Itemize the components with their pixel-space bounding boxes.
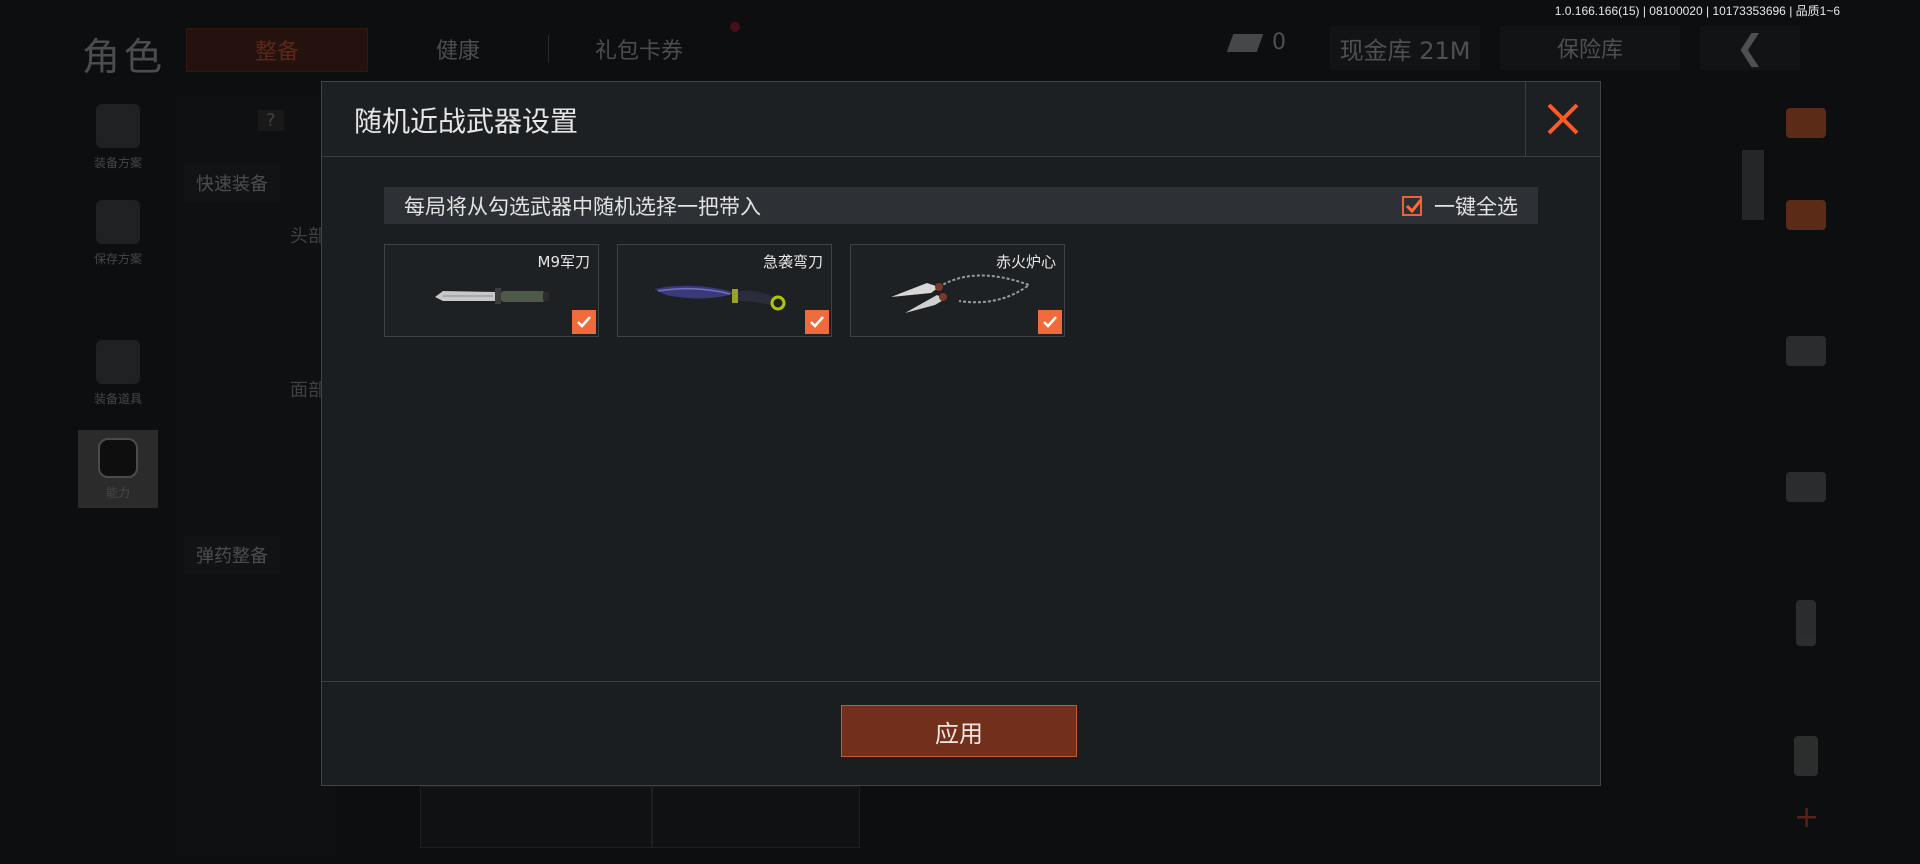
weapon-card-chain-blades[interactable]: 赤火炉心 bbox=[850, 244, 1065, 337]
bottle-icon[interactable] bbox=[1794, 736, 1818, 776]
sidebar-item-save[interactable]: 保存方案 bbox=[78, 200, 158, 267]
check-icon bbox=[810, 316, 824, 328]
chevron-left-icon: ❮ bbox=[1735, 28, 1765, 68]
help-icon[interactable]: ? bbox=[258, 110, 284, 131]
check-icon bbox=[577, 316, 591, 328]
top-tabs: 整备 健康 礼包卡券 bbox=[186, 28, 729, 72]
description-text: 每局将从勾选武器中随机选择一把带入 bbox=[404, 194, 761, 219]
sidebar-item-label: 能力 bbox=[105, 485, 130, 500]
quick-equip-button[interactable]: 快速装备 bbox=[184, 164, 280, 202]
tab-gift-cards[interactable]: 礼包卡券 bbox=[549, 28, 729, 70]
cash-vault-button[interactable]: 现金库 21M bbox=[1330, 26, 1480, 70]
download-icon bbox=[96, 200, 140, 244]
dialog-header: 随机近战武器设置 bbox=[322, 82, 1600, 157]
weapon-checkbox[interactable] bbox=[805, 310, 829, 334]
bottom-slot bbox=[420, 786, 652, 848]
cash-icon bbox=[1226, 33, 1264, 52]
combat-knife-icon bbox=[435, 288, 549, 304]
rifle-icon[interactable] bbox=[1786, 472, 1826, 502]
back-button[interactable]: ❮ bbox=[1700, 26, 1800, 70]
weapon-card-karambit[interactable]: 急袭弯刀 bbox=[617, 244, 832, 337]
currency-count: 0 bbox=[1272, 30, 1286, 55]
random-melee-dialog: 随机近战武器设置 每局将从勾选武器中随机选择一把带入 一键全选 M9军刀 急袭弯… bbox=[321, 81, 1601, 786]
karambit-knife-icon bbox=[654, 285, 786, 311]
select-all-toggle[interactable]: 一键全选 bbox=[1402, 191, 1518, 221]
check-icon bbox=[1405, 198, 1423, 213]
page-title: 角色 bbox=[82, 35, 167, 79]
add-icon[interactable]: + bbox=[1794, 803, 1819, 833]
soldier-icon bbox=[96, 340, 140, 384]
weapon-checkbox[interactable] bbox=[1038, 310, 1062, 334]
description-bar: 每局将从勾选武器中随机选择一把带入 一键全选 bbox=[384, 187, 1538, 224]
close-button[interactable] bbox=[1525, 82, 1600, 156]
layers-icon[interactable] bbox=[1786, 108, 1826, 138]
ammo-equip-button[interactable]: 弹药整备 bbox=[184, 536, 280, 574]
magazine-icon[interactable] bbox=[1796, 600, 1816, 646]
dialog-title: 随机近战武器设置 bbox=[354, 105, 579, 138]
scrollbar[interactable] bbox=[1742, 150, 1764, 220]
equipment-panel bbox=[176, 96, 336, 856]
weapon-card-m9[interactable]: M9军刀 bbox=[384, 244, 599, 337]
weapon-list: M9军刀 急袭弯刀 赤火炉心 bbox=[384, 244, 1065, 337]
select-all-checkbox[interactable] bbox=[1402, 195, 1423, 216]
weapon-checkbox[interactable] bbox=[572, 310, 596, 334]
tab-health[interactable]: 健康 bbox=[368, 28, 548, 70]
tab-equip[interactable]: 整备 bbox=[186, 28, 368, 72]
version-info: 1.0.166.166(15) | 08100020 | 10173353696… bbox=[1554, 4, 1840, 18]
chain-blades-icon bbox=[891, 274, 1029, 313]
dialog-footer: 应用 bbox=[322, 681, 1600, 785]
check-icon bbox=[1043, 316, 1057, 328]
safe-vault-button[interactable]: 保险库 bbox=[1500, 26, 1680, 70]
sidebar-item-loadout[interactable]: 装备方案 bbox=[78, 104, 158, 171]
armor-icon[interactable] bbox=[1786, 200, 1826, 230]
sidebar-item-label: 装备道具 bbox=[93, 392, 142, 406]
sidebar-item-label: 保存方案 bbox=[93, 252, 142, 266]
select-all-label: 一键全选 bbox=[1434, 194, 1518, 219]
sidebar-item-label: 装备方案 bbox=[93, 156, 142, 170]
sidebar-item-ability[interactable]: 能力 bbox=[78, 430, 158, 508]
bottom-slot bbox=[652, 786, 860, 848]
vest-icon bbox=[96, 104, 140, 148]
apply-button[interactable]: 应用 bbox=[841, 705, 1077, 757]
sidebar-item-gear[interactable]: 装备道具 bbox=[78, 340, 158, 407]
ability-icon bbox=[98, 437, 138, 478]
currency-display: 0 bbox=[1226, 30, 1286, 55]
notification-dot bbox=[730, 22, 740, 32]
backpack-icon[interactable] bbox=[1786, 336, 1826, 366]
close-icon bbox=[1547, 103, 1579, 135]
